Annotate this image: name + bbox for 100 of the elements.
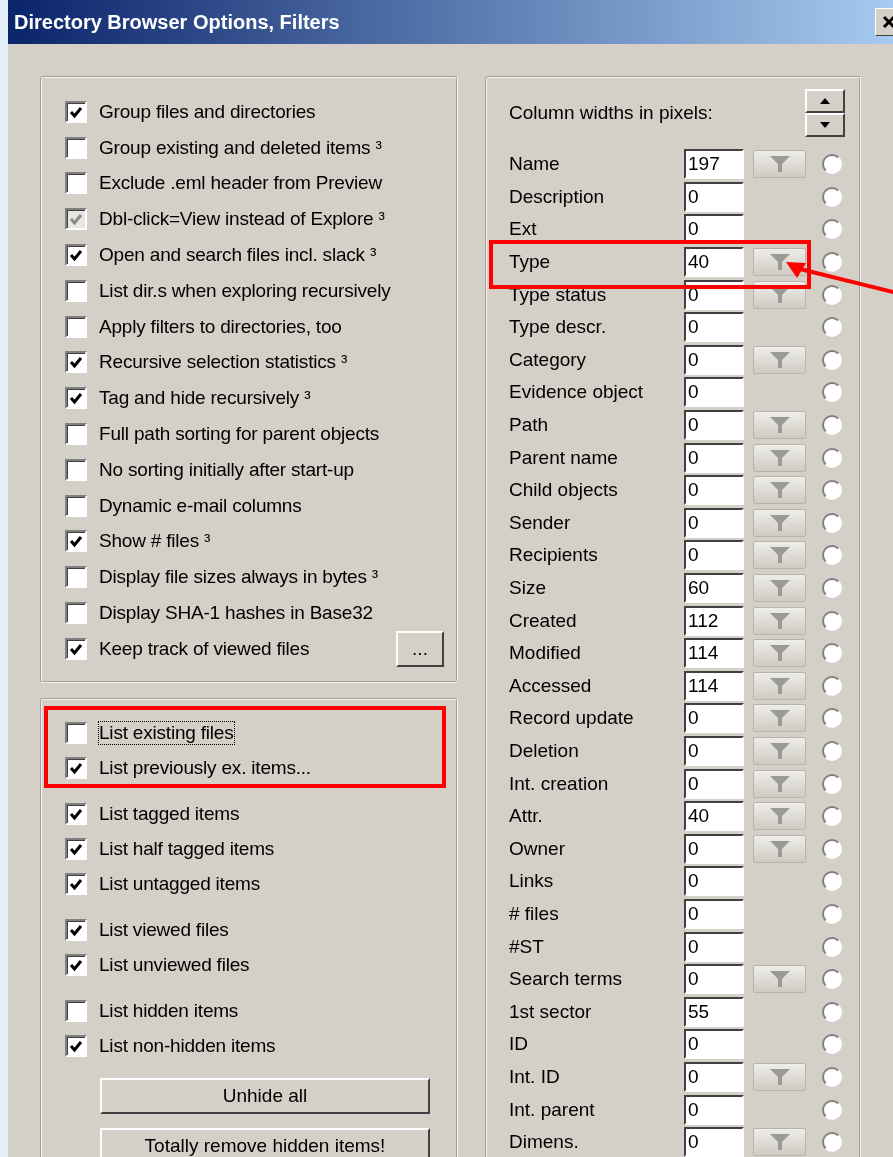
width-field[interactable]: 0 xyxy=(684,736,744,766)
filter-button[interactable] xyxy=(753,671,806,700)
width-field[interactable]: 0 xyxy=(684,1029,744,1060)
radio-button[interactable] xyxy=(822,349,842,370)
radio-button[interactable] xyxy=(822,284,842,305)
radio-button[interactable] xyxy=(822,186,842,207)
checkbox[interactable] xyxy=(65,244,87,267)
width-field[interactable]: 0 xyxy=(684,377,744,408)
action-button[interactable]: Totally remove hidden items! xyxy=(100,1127,430,1157)
filter-button[interactable] xyxy=(753,1128,806,1157)
checkbox[interactable] xyxy=(65,1000,87,1023)
checkbox[interactable] xyxy=(65,1035,87,1058)
filter-button[interactable] xyxy=(753,704,806,733)
radio-button[interactable] xyxy=(822,252,842,273)
radio-button[interactable] xyxy=(822,708,842,729)
filter-button[interactable] xyxy=(753,606,806,635)
width-field[interactable]: 0 xyxy=(684,703,744,734)
width-field[interactable]: 114 xyxy=(684,638,744,669)
more-button[interactable]: ... xyxy=(396,630,444,667)
radio-button[interactable] xyxy=(822,512,842,533)
radio-button[interactable] xyxy=(822,773,842,794)
width-field[interactable]: 0 xyxy=(684,540,744,571)
checkbox[interactable] xyxy=(65,458,87,481)
radio-button[interactable] xyxy=(822,447,842,468)
checkbox[interactable] xyxy=(65,566,87,589)
checkbox[interactable] xyxy=(65,315,87,338)
radio-button[interactable] xyxy=(822,1099,842,1120)
action-button[interactable]: Unhide all xyxy=(100,1077,430,1114)
filter-button[interactable] xyxy=(753,574,806,602)
width-field[interactable]: 0 xyxy=(684,442,744,473)
width-field[interactable]: 40 xyxy=(684,247,744,278)
checkbox[interactable] xyxy=(65,172,87,195)
width-field[interactable]: 0 xyxy=(684,312,744,343)
checkbox[interactable] xyxy=(65,722,87,745)
radio-button[interactable] xyxy=(822,903,842,924)
width-field[interactable]: 0 xyxy=(684,1061,744,1092)
filter-button[interactable] xyxy=(753,150,806,179)
radio-button[interactable] xyxy=(822,936,842,957)
radio-button[interactable] xyxy=(822,1132,842,1153)
width-field[interactable]: 0 xyxy=(684,866,744,897)
radio-button[interactable] xyxy=(822,969,842,990)
width-field[interactable]: 0 xyxy=(684,181,744,212)
checkbox[interactable] xyxy=(65,954,87,977)
checkbox[interactable] xyxy=(65,873,87,896)
width-field[interactable]: 0 xyxy=(684,1127,744,1157)
spin-button[interactable] xyxy=(805,89,845,137)
checkbox[interactable] xyxy=(65,494,87,517)
checkbox[interactable] xyxy=(65,351,87,374)
width-field[interactable]: 0 xyxy=(684,768,744,799)
width-field[interactable]: 197 xyxy=(684,149,744,180)
width-field[interactable]: 0 xyxy=(684,931,744,962)
radio-button[interactable] xyxy=(822,1001,842,1022)
radio-button[interactable] xyxy=(822,1034,842,1055)
checkbox[interactable] xyxy=(65,838,87,861)
checkbox[interactable] xyxy=(65,136,87,159)
checkbox[interactable] xyxy=(65,387,87,410)
filter-button[interactable] xyxy=(753,965,806,994)
checkbox[interactable] xyxy=(65,637,87,660)
filter-button[interactable] xyxy=(753,834,806,863)
radio-button[interactable] xyxy=(822,382,842,403)
filter-button[interactable] xyxy=(753,1062,806,1091)
radio-button[interactable] xyxy=(822,1066,842,1087)
checkbox[interactable] xyxy=(65,423,87,446)
filter-button[interactable] xyxy=(753,508,806,537)
width-field[interactable]: 0 xyxy=(684,964,744,995)
radio-button[interactable] xyxy=(822,415,842,436)
width-field[interactable]: 55 xyxy=(684,996,744,1027)
width-field[interactable]: 0 xyxy=(684,507,744,538)
radio-button[interactable] xyxy=(822,643,842,664)
radio-button[interactable] xyxy=(822,578,842,598)
radio-button[interactable] xyxy=(822,838,842,859)
width-field[interactable]: 112 xyxy=(684,605,744,636)
width-field[interactable]: 0 xyxy=(684,410,744,441)
checkbox[interactable] xyxy=(65,803,87,826)
checkbox[interactable] xyxy=(65,919,87,942)
filter-button[interactable] xyxy=(753,345,806,374)
filter-button[interactable] xyxy=(753,769,806,798)
filter-button[interactable] xyxy=(753,411,806,440)
radio-button[interactable] xyxy=(822,806,842,827)
checkbox[interactable] xyxy=(65,279,87,302)
radio-button[interactable] xyxy=(822,545,842,566)
width-field[interactable]: 0 xyxy=(684,898,744,929)
checkbox[interactable] xyxy=(65,100,87,123)
width-field[interactable]: 114 xyxy=(684,670,744,701)
filter-button[interactable] xyxy=(753,802,806,831)
radio-button[interactable] xyxy=(822,219,842,240)
width-field[interactable]: 0 xyxy=(684,1094,744,1125)
checkbox[interactable] xyxy=(65,602,87,625)
radio-button[interactable] xyxy=(822,317,842,338)
filter-button[interactable] xyxy=(753,476,806,505)
checkbox[interactable] xyxy=(65,757,87,780)
width-field[interactable]: 0 xyxy=(684,833,744,864)
filter-button[interactable] xyxy=(753,737,806,765)
checkbox[interactable] xyxy=(65,530,87,553)
radio-button[interactable] xyxy=(822,675,842,696)
radio-button[interactable] xyxy=(822,480,842,501)
radio-button[interactable] xyxy=(822,871,842,892)
filter-button[interactable] xyxy=(753,443,806,472)
radio-button[interactable] xyxy=(822,154,842,175)
filter-button[interactable] xyxy=(753,541,806,570)
